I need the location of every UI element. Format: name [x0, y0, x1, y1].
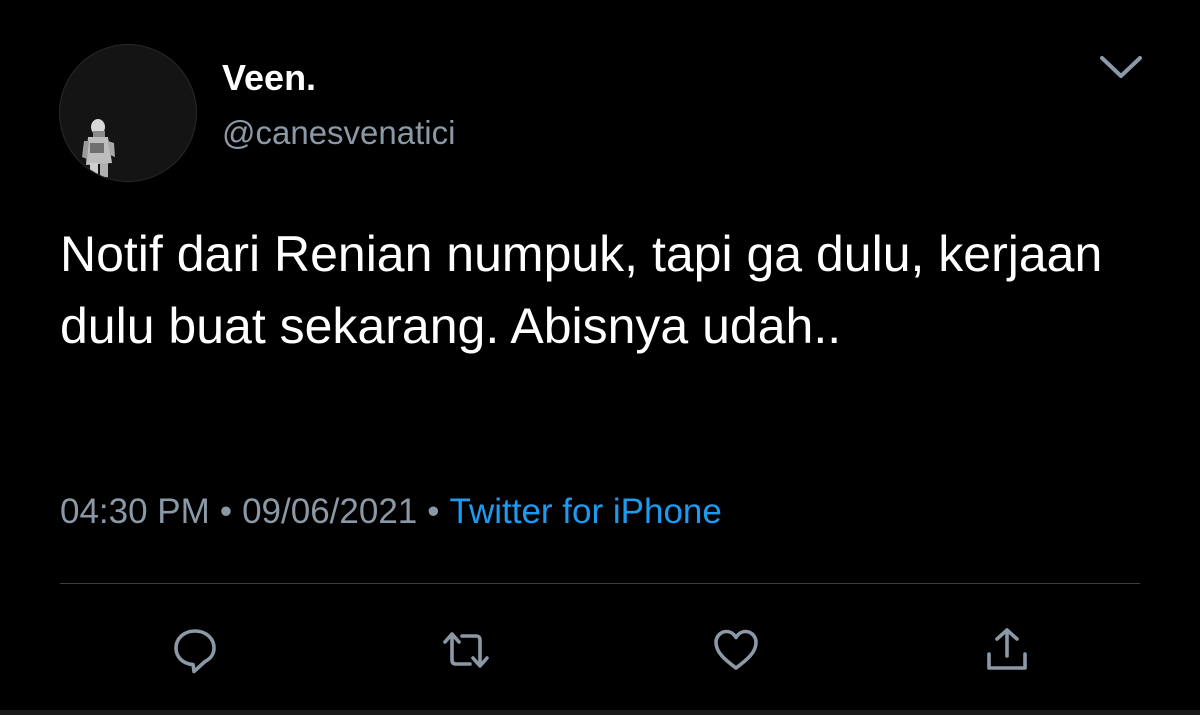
tweet-meta: 04:30 PM • 09/06/2021 • Twitter for iPhone: [60, 490, 722, 534]
tweet-text: Notif dari Renian numpuk, tapi ga dulu, …: [60, 226, 1103, 354]
separator-dot: •: [219, 492, 233, 531]
display-name[interactable]: Veen.: [222, 56, 316, 100]
heart-icon: [714, 629, 758, 670]
bottom-edge: [0, 710, 1200, 715]
avatar[interactable]: [59, 44, 197, 182]
retweet-icon: [443, 632, 489, 668]
user-handle[interactable]: @canesvenatici: [222, 112, 455, 154]
action-bar: [0, 620, 1200, 680]
tweet-date: 09/06/2021: [242, 492, 418, 531]
share-icon: [987, 628, 1027, 670]
reply-icon: [174, 629, 216, 674]
reply-button[interactable]: [165, 620, 225, 680]
share-button[interactable]: [977, 620, 1037, 680]
chevron-down-icon[interactable]: [1096, 50, 1146, 86]
tweet-card: Veen. @canesvenatici Notif dari Renian n…: [0, 0, 1200, 715]
separator-dot: •: [427, 492, 440, 531]
tweet-source-link[interactable]: Twitter for iPhone: [450, 492, 722, 531]
divider: [60, 583, 1140, 584]
like-button[interactable]: [706, 620, 766, 680]
tweet-time: 04:30 PM: [60, 492, 210, 531]
astronaut-avatar-icon: [60, 45, 196, 181]
retweet-button[interactable]: [436, 620, 496, 680]
